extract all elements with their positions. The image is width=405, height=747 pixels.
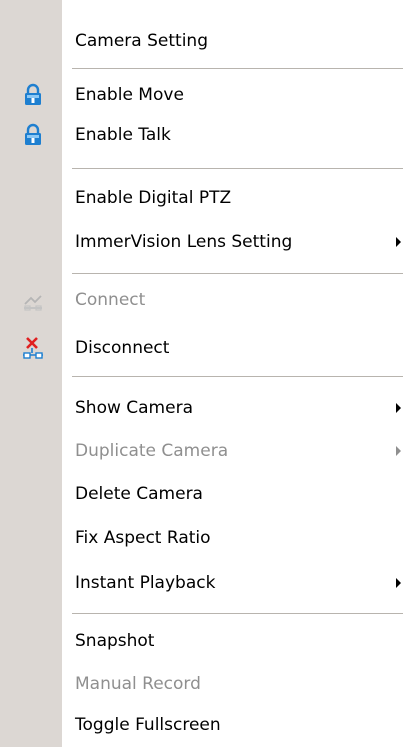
menu-item-toggle-fullscreen[interactable]: Toggle Fullscreen [0, 705, 405, 745]
menu-item-label: Delete Camera [75, 484, 203, 504]
menu-item-label: Enable Digital PTZ [75, 188, 232, 208]
menu-item-disconnect[interactable]: Disconnect [0, 328, 405, 368]
menu-item-label: Manual Record [75, 674, 201, 694]
menu-item-snapshot[interactable]: Snapshot [0, 621, 405, 661]
menu-item-manual-record[interactable]: Manual Record [0, 664, 405, 704]
menu-item-label: Snapshot [75, 631, 155, 651]
menu-item-label: Fix Aspect Ratio [75, 528, 211, 548]
disconnect-icon [21, 336, 45, 360]
menu-item-label: ImmerVision Lens Setting [75, 232, 293, 252]
menu-separator [72, 376, 403, 378]
camera-context-menu: Camera Setting Enable Move Enable Talk E… [0, 0, 405, 747]
menu-separator [72, 168, 403, 170]
menu-item-instant-playback[interactable]: Instant Playback [0, 563, 405, 603]
menu-item-label: Connect [75, 290, 146, 310]
menu-separator [72, 273, 403, 275]
menu-item-label: Duplicate Camera [75, 441, 229, 461]
menu-item-label: Instant Playback [75, 573, 216, 593]
connect-icon [21, 288, 45, 312]
submenu-arrow-icon [396, 578, 401, 588]
menu-item-label: Show Camera [75, 398, 193, 418]
menu-item-label: Camera Setting [75, 31, 208, 51]
submenu-arrow-icon [396, 446, 401, 456]
lock-icon [21, 123, 45, 147]
menu-item-duplicate-camera[interactable]: Duplicate Camera [0, 431, 405, 471]
menu-item-camera-setting[interactable]: Camera Setting [0, 21, 405, 61]
menu-item-delete-camera[interactable]: Delete Camera [0, 474, 405, 514]
menu-item-label: Enable Move [75, 85, 184, 105]
menu-item-show-camera[interactable]: Show Camera [0, 388, 405, 428]
submenu-arrow-icon [396, 237, 401, 247]
menu-item-enable-digital-ptz[interactable]: Enable Digital PTZ [0, 178, 405, 218]
menu-item-connect[interactable]: Connect [0, 280, 405, 320]
submenu-arrow-icon [396, 403, 401, 413]
menu-item-immervision-lens-setting[interactable]: ImmerVision Lens Setting [0, 222, 405, 262]
menu-item-label: Enable Talk [75, 125, 171, 145]
menu-separator [72, 613, 403, 615]
menu-item-fix-aspect-ratio[interactable]: Fix Aspect Ratio [0, 518, 405, 558]
menu-item-label: Toggle Fullscreen [75, 715, 221, 735]
menu-item-enable-talk[interactable]: Enable Talk [0, 115, 405, 155]
menu-separator [72, 68, 403, 70]
menu-item-enable-move[interactable]: Enable Move [0, 75, 405, 115]
menu-item-label: Disconnect [75, 338, 170, 358]
lock-icon [21, 83, 45, 107]
